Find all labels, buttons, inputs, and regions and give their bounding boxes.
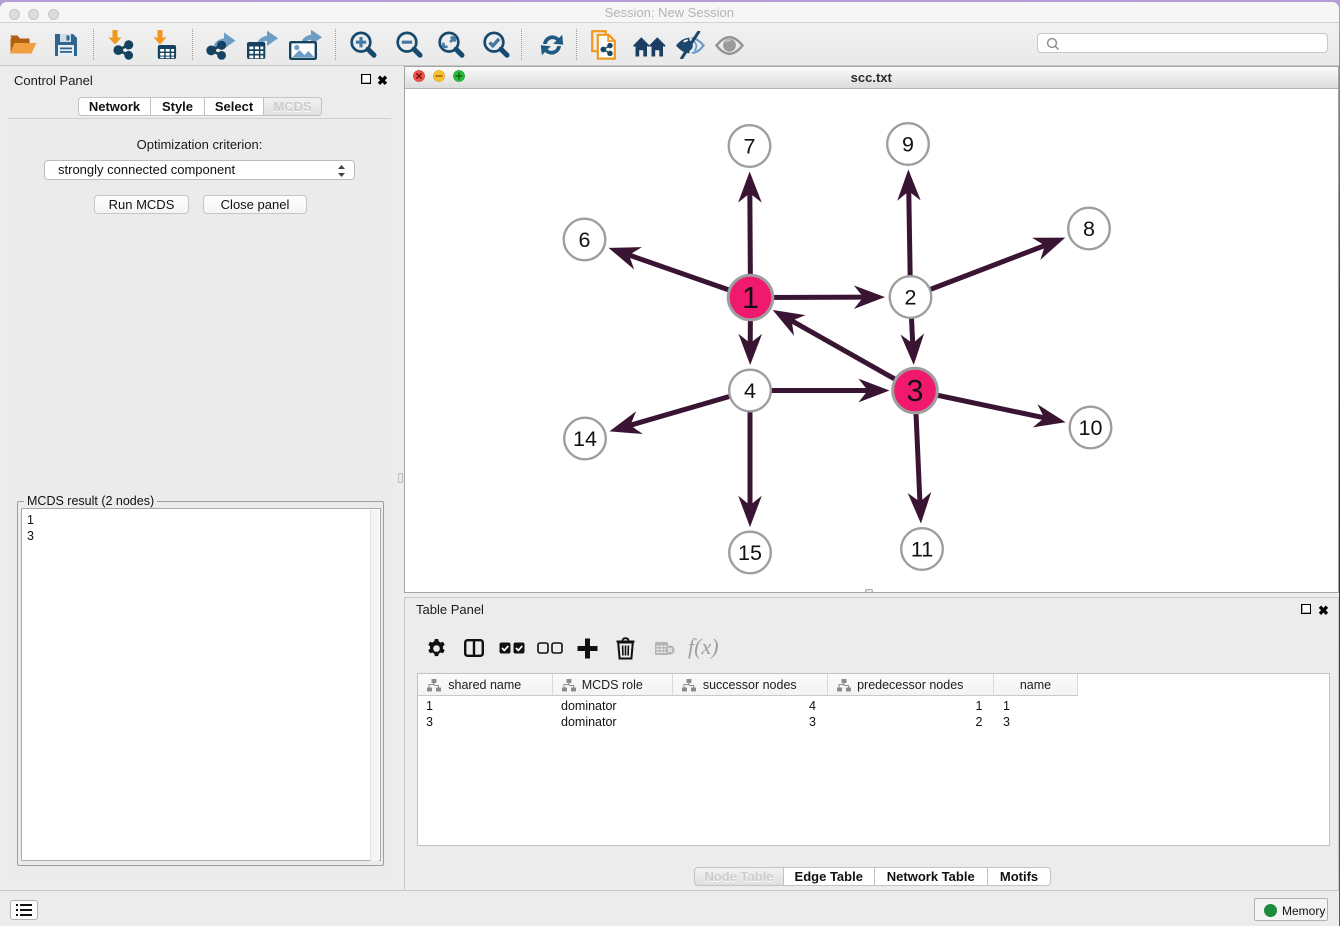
svg-text:4: 4 bbox=[744, 379, 756, 403]
svg-text:14: 14 bbox=[573, 427, 597, 451]
svg-text:3: 3 bbox=[907, 374, 924, 408]
svg-text:2: 2 bbox=[905, 285, 917, 309]
svg-text:1: 1 bbox=[742, 281, 759, 315]
svg-text:15: 15 bbox=[738, 541, 762, 565]
svg-text:10: 10 bbox=[1079, 416, 1103, 440]
svg-text:11: 11 bbox=[911, 537, 933, 561]
svg-text:7: 7 bbox=[744, 134, 756, 158]
svg-text:9: 9 bbox=[902, 132, 914, 156]
svg-text:6: 6 bbox=[579, 228, 591, 252]
svg-text:8: 8 bbox=[1083, 217, 1095, 241]
